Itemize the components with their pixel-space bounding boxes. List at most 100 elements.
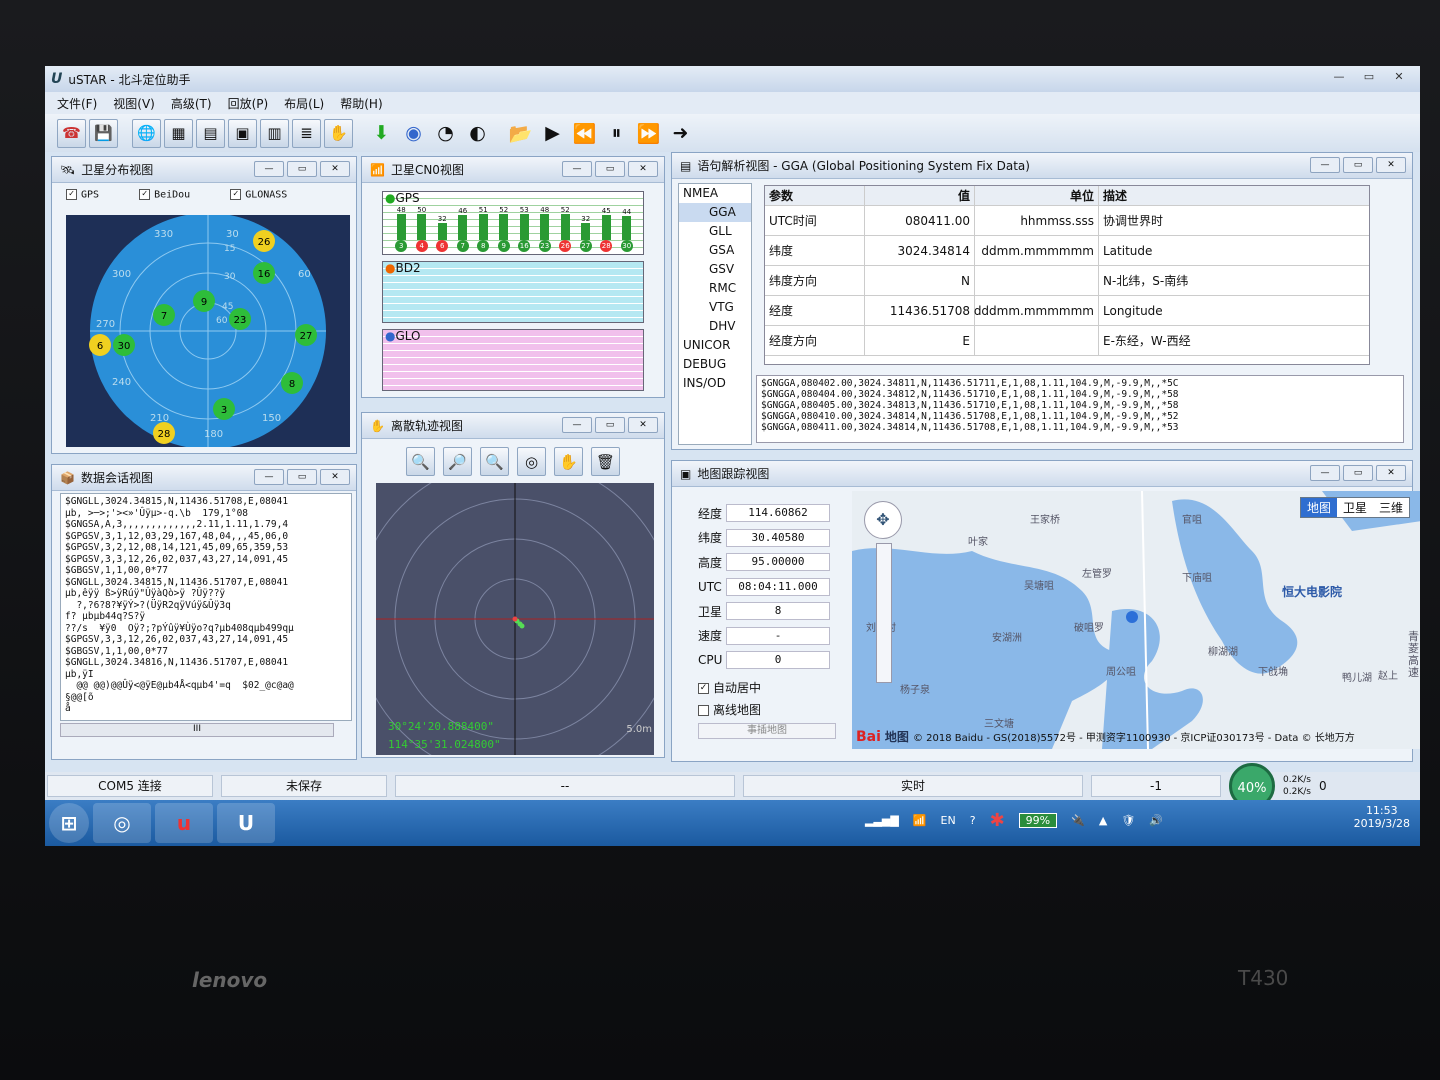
table-icon[interactable]: ▦ xyxy=(164,118,193,148)
panel-close[interactable]: ✕ xyxy=(320,469,350,485)
field-value[interactable]: 114.60862 xyxy=(726,504,830,523)
horizontal-scrollbar[interactable]: III xyxy=(60,723,334,737)
panel-max[interactable]: ▭ xyxy=(1343,157,1373,173)
field-value[interactable]: 08:04:11.000 xyxy=(726,577,830,596)
list-icon[interactable]: ≣ xyxy=(292,118,321,148)
sky-view-icon[interactable]: 🌐 xyxy=(132,118,161,148)
panel-close[interactable]: ✕ xyxy=(1376,465,1406,481)
panel-min[interactable]: — xyxy=(562,417,592,433)
tree-item[interactable]: VTG xyxy=(679,298,751,317)
fast-forward-icon[interactable]: ⏩ xyxy=(634,119,663,148)
monitor-icon[interactable]: ▣ xyxy=(228,118,257,148)
tree-item[interactable]: GGA xyxy=(679,203,751,222)
center-icon[interactable]: ◎ xyxy=(517,447,546,476)
raw-gga-text[interactable]: $GNGGA,080402.00,3024.34811,N,11436.5171… xyxy=(756,375,1404,443)
panel-min[interactable]: — xyxy=(254,469,284,485)
tree-item[interactable]: GSA xyxy=(679,241,751,260)
tree-item[interactable]: RMC xyxy=(679,279,751,298)
taskbar-browser[interactable]: ◎ xyxy=(93,803,151,843)
tree-item[interactable]: GLL xyxy=(679,222,751,241)
connect-icon[interactable]: ☎ xyxy=(57,118,86,148)
tree-item[interactable]: NMEA xyxy=(679,184,751,203)
app-tray-icon[interactable]: ✱ xyxy=(990,810,1005,831)
panel-close[interactable]: ✕ xyxy=(628,417,658,433)
clear-icon[interactable]: 🗑 xyxy=(591,447,620,476)
map-type-map[interactable]: 地图 xyxy=(1300,498,1337,517)
field-value[interactable]: 30.40580 xyxy=(726,528,830,547)
panel-max[interactable]: ▭ xyxy=(1343,465,1373,481)
field-value[interactable]: 95.00000 xyxy=(726,553,830,572)
satellite-label: 16 xyxy=(258,269,271,280)
panel-max[interactable]: ▭ xyxy=(287,161,317,177)
panel-close[interactable]: ✕ xyxy=(320,161,350,177)
map-nav-control[interactable]: ✥ xyxy=(864,501,902,539)
clock-icon[interactable]: ◔ xyxy=(431,119,460,148)
menu-advanced[interactable]: 高级(T) xyxy=(171,95,212,112)
glonass-checkbox[interactable]: ✓ GLONASS xyxy=(230,189,287,201)
zoom-out-icon[interactable]: 🔍 xyxy=(406,447,435,476)
panel-max[interactable]: ▭ xyxy=(595,417,625,433)
globe-icon[interactable]: ◉ xyxy=(399,119,428,148)
volume-icon[interactable]: 🔊 xyxy=(1149,814,1163,827)
field-row: 纬度 30.40580 xyxy=(684,526,844,551)
maximize-button[interactable]: ▭ xyxy=(1356,68,1382,86)
play-icon[interactable]: ▶ xyxy=(538,119,567,148)
zoom-slider[interactable] xyxy=(876,543,892,683)
map-type-3d[interactable]: 三维 xyxy=(1372,498,1409,517)
tree-item[interactable]: DEBUG xyxy=(679,355,751,374)
panel-min[interactable]: — xyxy=(562,161,592,177)
tree-item[interactable]: INS/OD xyxy=(679,374,751,393)
map-type-satellite[interactable]: 卫星 xyxy=(1336,498,1373,517)
pause-icon[interactable]: ⏸ xyxy=(602,119,631,148)
tree-item[interactable]: DHV xyxy=(679,317,751,336)
auto-center-checkbox[interactable]: ✓ 自动居中 xyxy=(698,679,761,696)
panel-max[interactable]: ▭ xyxy=(287,469,317,485)
panel-close[interactable]: ✕ xyxy=(628,161,658,177)
panel-max[interactable]: ▭ xyxy=(595,161,625,177)
field-value[interactable]: 0 xyxy=(726,651,830,670)
record-icon[interactable]: ◐ xyxy=(463,119,492,148)
menu-view[interactable]: 视图(V) xyxy=(113,95,155,112)
tree-item[interactable]: GSV xyxy=(679,260,751,279)
panel-min[interactable]: — xyxy=(1310,157,1340,173)
bar-chart-icon[interactable]: ▥ xyxy=(260,118,289,148)
download-icon[interactable]: ⬇ xyxy=(367,119,396,148)
save-icon[interactable]: 💾 xyxy=(89,118,118,148)
field-value[interactable]: 8 xyxy=(726,602,830,621)
panel-min[interactable]: — xyxy=(254,161,284,177)
offline-map-checkbox[interactable]: 离线地图 xyxy=(698,701,761,718)
minimize-button[interactable]: — xyxy=(1326,68,1352,86)
language-indicator[interactable]: EN xyxy=(941,814,956,827)
arrow-right-icon[interactable]: ➜ xyxy=(666,119,695,148)
close-button[interactable]: ✕ xyxy=(1386,68,1412,86)
panel-close[interactable]: ✕ xyxy=(1376,157,1406,173)
menu-file[interactable]: 文件(F) xyxy=(57,95,97,112)
rewind-icon[interactable]: ⏪ xyxy=(570,119,599,148)
taskbar-ustar[interactable]: U xyxy=(217,803,275,843)
panel-min[interactable]: — xyxy=(1310,465,1340,481)
field-value[interactable]: - xyxy=(726,626,830,645)
zoom-in-icon[interactable]: 🔎 xyxy=(443,447,472,476)
log-line: $GNGLL,3024.34815,N,11436.51707,E,08041 xyxy=(65,576,289,588)
menu-playback[interactable]: 回放(P) xyxy=(228,95,269,112)
map-place-label: 周公咀 xyxy=(1106,667,1136,678)
map-canvas[interactable]: 王家桥叶家吴塘咀左管罗下庙咀官咀恒大电影院安湖洲破咀罗刘德村杨子泉周公咀柳湖湖下… xyxy=(852,491,1420,749)
table-cell: dddmm.mmmmmm xyxy=(974,296,1099,325)
tree-item[interactable]: UNICOR xyxy=(679,336,751,355)
load-map-button[interactable]: 事插地图 xyxy=(698,723,836,739)
az-60: 60 xyxy=(298,269,311,280)
menu-help[interactable]: 帮助(H) xyxy=(340,95,382,112)
zoom-fit-icon[interactable]: 🔍 xyxy=(480,447,509,476)
taskbar-ucenter[interactable]: u xyxy=(155,803,213,843)
clock[interactable]: 11:53 2019/3/28 xyxy=(1354,804,1410,830)
pan-icon[interactable]: ✋ xyxy=(554,447,583,476)
open-folder-icon[interactable]: 📂 xyxy=(506,119,535,148)
start-button[interactable]: ⊞ xyxy=(49,803,89,843)
beidou-checkbox[interactable]: ✓ BeiDou xyxy=(139,189,190,201)
gps-checkbox[interactable]: ✓ GPS xyxy=(66,189,99,201)
menu-layout[interactable]: 布局(L) xyxy=(284,95,324,112)
hand-icon[interactable]: ✋ xyxy=(324,118,353,148)
data-log-text[interactable]: $GNGLL,3024.34815,N,11436.51708,E,08041 µ… xyxy=(60,493,352,721)
folder-view-icon[interactable]: ▤ xyxy=(196,118,225,148)
show-hidden-icon[interactable]: ▲ xyxy=(1099,814,1107,827)
